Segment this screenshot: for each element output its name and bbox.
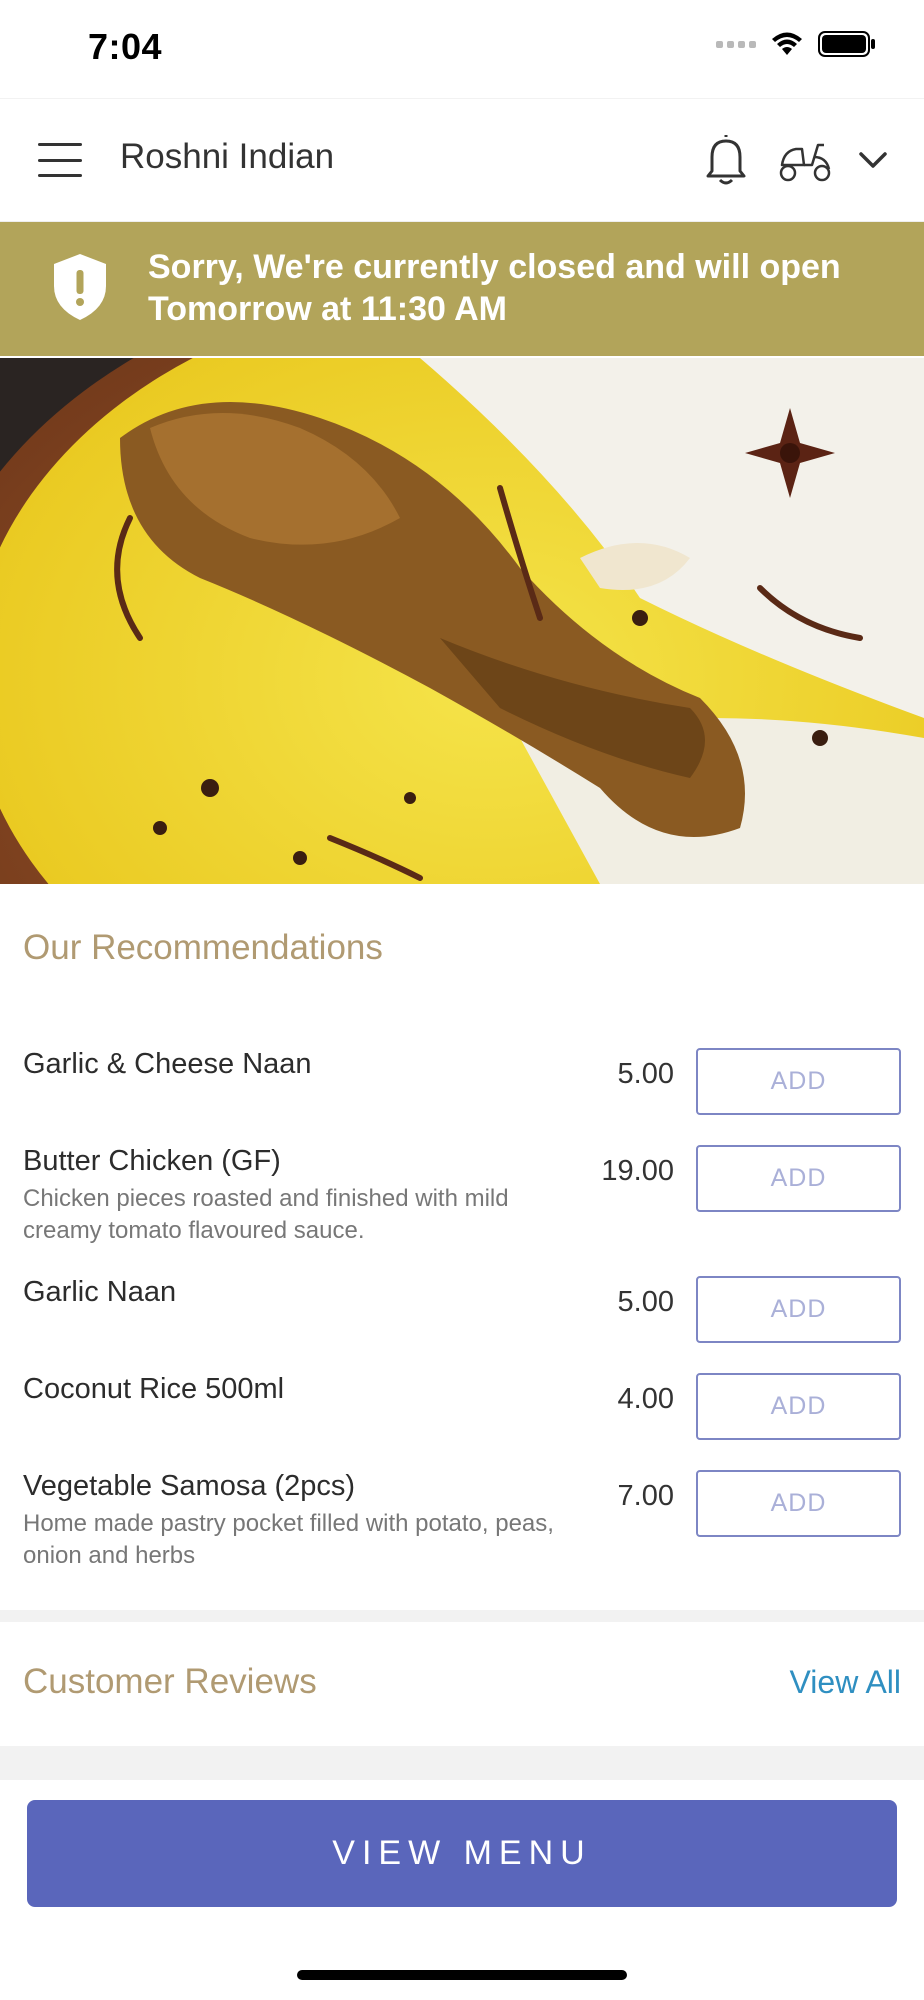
status-icons xyxy=(716,30,876,58)
home-indicator xyxy=(297,1970,627,1980)
status-time: 7:04 xyxy=(88,26,163,67)
view-all-link[interactable]: View All xyxy=(790,1664,901,1701)
item-name: Garlic Naan xyxy=(23,1276,177,1308)
menu-icon[interactable] xyxy=(38,143,82,177)
section-divider xyxy=(0,1610,924,1622)
hero-food-image xyxy=(0,358,924,884)
item-price: 5.00 xyxy=(617,1058,674,1090)
add-button[interactable]: ADD xyxy=(696,1470,901,1537)
add-button[interactable]: ADD xyxy=(696,1145,901,1212)
recommendations-title: Our Recommendations xyxy=(23,928,383,967)
battery-icon xyxy=(818,31,875,57)
add-button[interactable]: ADD xyxy=(696,1373,901,1440)
add-button[interactable]: ADD xyxy=(696,1048,901,1115)
chevron-down-icon[interactable] xyxy=(856,145,890,175)
item-price: 7.00 xyxy=(617,1480,674,1512)
item-name: Vegetable Samosa (2pcs) xyxy=(23,1470,356,1502)
item-name: Butter Chicken (GF) xyxy=(23,1145,281,1177)
closed-banner: Sorry, We're currently closed and will o… xyxy=(0,222,924,356)
bell-icon[interactable] xyxy=(700,133,752,187)
wifi-icon xyxy=(772,32,802,55)
shield-alert-icon xyxy=(54,254,106,320)
item-description: Home made pastry pocket filled with pota… xyxy=(23,1510,554,1569)
item-price: 4.00 xyxy=(617,1383,674,1415)
item-name: Coconut Rice 500ml xyxy=(23,1373,285,1405)
closed-message: Sorry, We're currently closed and will o… xyxy=(148,248,841,328)
restaurant-title: Roshni Indian xyxy=(120,137,335,176)
view-menu-button[interactable]: VIEW MENU xyxy=(27,1800,897,1907)
item-price: 19.00 xyxy=(601,1155,674,1187)
item-name: Garlic & Cheese Naan xyxy=(23,1048,312,1080)
item-description: Chicken pieces roasted and finished with… xyxy=(23,1185,509,1244)
reviews-title: Customer Reviews xyxy=(23,1662,317,1701)
item-price: 5.00 xyxy=(617,1286,674,1318)
signal-icon xyxy=(716,40,756,48)
add-button[interactable]: ADD xyxy=(696,1276,901,1343)
app-header: Roshni Indian xyxy=(0,98,924,222)
status-bar: 7:04 xyxy=(0,0,924,98)
scooter-icon[interactable] xyxy=(778,135,834,185)
